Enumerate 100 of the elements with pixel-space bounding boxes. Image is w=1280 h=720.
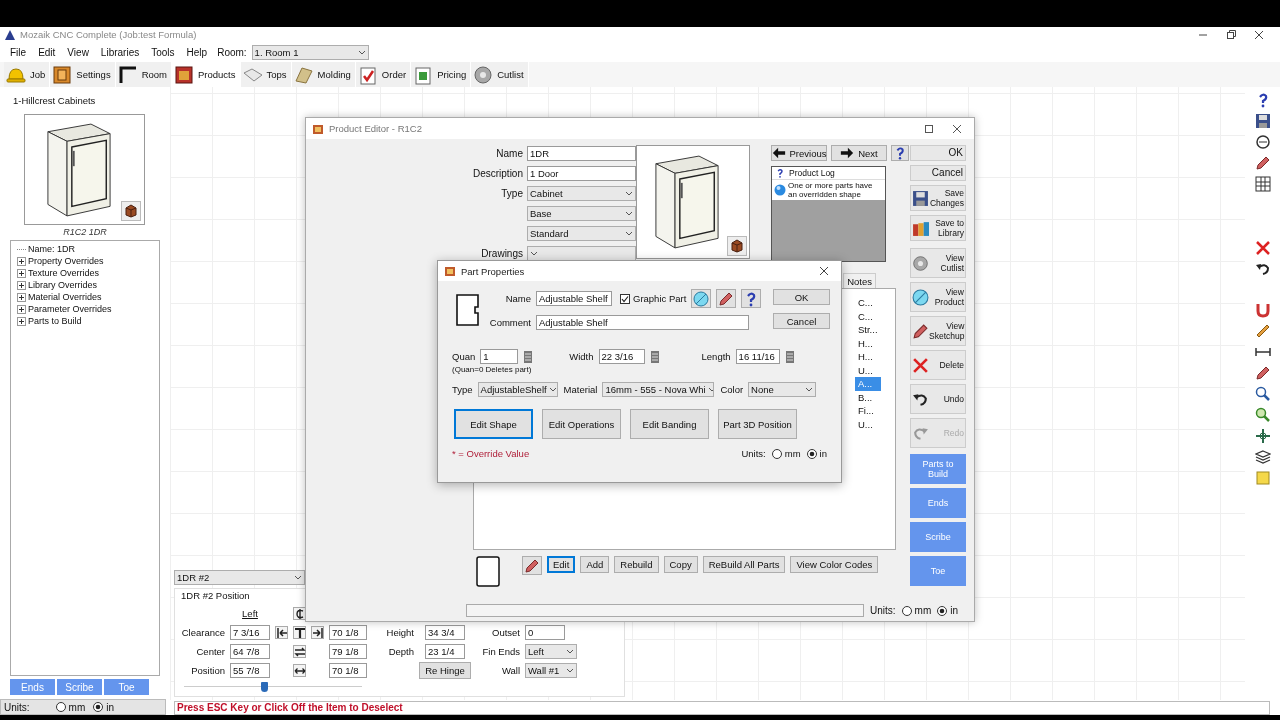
list-cell[interactable]: C... bbox=[855, 296, 881, 310]
radio-button[interactable]: mm bbox=[771, 448, 801, 459]
input-field[interactable]: 55 7/8 bbox=[230, 663, 270, 678]
input-field[interactable]: 7 3/16 bbox=[230, 625, 270, 640]
tool-button[interactable] bbox=[275, 626, 288, 639]
list-cell[interactable]: U... bbox=[855, 363, 881, 377]
input-field[interactable]: 16 11/16 bbox=[735, 349, 780, 364]
input-field[interactable]: 22 3/16 bbox=[598, 349, 645, 364]
input-field[interactable]: 79 1/8 bbox=[329, 644, 367, 659]
edit-button[interactable] bbox=[716, 289, 737, 308]
help-button[interactable] bbox=[891, 145, 909, 161]
tool-button[interactable] bbox=[293, 664, 306, 677]
menu-item[interactable]: Edit bbox=[32, 46, 62, 58]
action-button[interactable]: Save to Library bbox=[910, 215, 966, 241]
dropdown[interactable]: Base bbox=[527, 205, 636, 221]
tool-button[interactable] bbox=[293, 645, 306, 658]
tool-button[interactable] bbox=[293, 626, 306, 639]
checkbox[interactable]: Graphic Part bbox=[620, 293, 687, 304]
tab[interactable]: Notes bbox=[843, 273, 876, 288]
radio-button[interactable]: in bbox=[93, 701, 115, 713]
view-3d-button[interactable] bbox=[121, 201, 141, 221]
toolbar-tab[interactable]: Pricing bbox=[411, 62, 472, 87]
input-field[interactable]: Adjustable Shelf bbox=[536, 291, 612, 306]
view-3d-button[interactable] bbox=[727, 236, 747, 256]
list-cell[interactable]: H... bbox=[855, 350, 881, 364]
dialog-button[interactable]: OK bbox=[773, 289, 830, 305]
tree-item[interactable]: Material Overrides bbox=[28, 292, 102, 302]
input-field[interactable]: 1 Door bbox=[527, 165, 636, 181]
nav-button[interactable]: Previous bbox=[771, 145, 827, 161]
action-button[interactable]: Part 3D Position bbox=[718, 409, 797, 439]
input-field[interactable]: 1DR bbox=[527, 145, 636, 161]
action-button[interactable]: Delete bbox=[910, 350, 966, 380]
dropdown[interactable]: Cabinet bbox=[527, 185, 636, 201]
toolbar-tab[interactable]: Molding bbox=[291, 62, 356, 87]
restore-button[interactable] bbox=[1224, 27, 1238, 42]
input-field[interactable]: 1 bbox=[480, 349, 519, 364]
menu-item[interactable]: File bbox=[4, 46, 33, 58]
nav-button[interactable]: Next bbox=[831, 145, 887, 161]
action-button[interactable]: Add bbox=[580, 556, 610, 573]
action-button[interactable]: Rebuild bbox=[614, 556, 659, 573]
toolbar-tab[interactable]: Cutlist bbox=[471, 62, 529, 87]
view-2d-3d-button[interactable] bbox=[691, 289, 712, 308]
help-button[interactable] bbox=[741, 289, 762, 308]
toolbar-tab[interactable]: Job bbox=[4, 62, 51, 87]
dropdown[interactable]: Wall #1 bbox=[525, 663, 577, 678]
toolbar-tab[interactable]: Products bbox=[172, 62, 241, 87]
tree-item[interactable]: Name: 1DR bbox=[28, 244, 75, 254]
rehinge-button[interactable]: Re Hinge bbox=[419, 662, 471, 679]
radio-button[interactable]: mm bbox=[901, 605, 932, 616]
list-cell[interactable]: H... bbox=[855, 336, 881, 350]
tool-button[interactable] bbox=[311, 626, 324, 639]
tree-item[interactable]: Parameter Overrides bbox=[28, 304, 112, 314]
radio-button[interactable]: mm bbox=[55, 701, 86, 713]
action-button[interactable]: Save Changes bbox=[910, 185, 966, 211]
input-field[interactable]: 23 1/4 bbox=[425, 644, 465, 659]
action-button[interactable]: Cancel bbox=[910, 165, 966, 181]
action-button[interactable]: View Sketchup bbox=[910, 316, 966, 346]
menu-item[interactable]: Tools bbox=[145, 46, 181, 58]
dropdown[interactable]: 16mm - 555 - Nova Whi bbox=[602, 382, 715, 397]
toolbar-button[interactable] bbox=[1253, 154, 1272, 172]
action-button[interactable]: Copy bbox=[663, 556, 698, 573]
toolbar-button[interactable] bbox=[1253, 112, 1272, 130]
close-button[interactable] bbox=[817, 264, 831, 278]
input-field[interactable]: 70 1/8 bbox=[329, 663, 367, 678]
toolbar-tab[interactable]: Order bbox=[355, 62, 412, 87]
dropdown[interactable]: AdjustableShelf bbox=[477, 382, 558, 397]
input-field[interactable]: Adjustable Shelf bbox=[536, 315, 749, 330]
tree-item[interactable]: Library Overrides bbox=[28, 280, 98, 290]
action-button[interactable]: ReBuild All Parts bbox=[702, 556, 786, 573]
toolbar-button[interactable] bbox=[1253, 448, 1272, 466]
action-button[interactable]: Edit bbox=[547, 556, 576, 573]
toolbar-tab[interactable]: Room bbox=[115, 62, 172, 87]
dropdown[interactable]: Standard bbox=[527, 225, 636, 241]
action-button[interactable]: Undo bbox=[910, 384, 966, 414]
toolbar-button[interactable] bbox=[1253, 385, 1272, 403]
tree-item[interactable]: Property Overrides bbox=[28, 256, 104, 266]
action-button[interactable]: View Color Codes bbox=[790, 556, 879, 573]
dropdown[interactable]: 1. Room 1 bbox=[251, 44, 369, 60]
action-button[interactable]: Edit Banding bbox=[630, 409, 709, 439]
dropdown[interactable]: None bbox=[748, 382, 817, 397]
input-field[interactable]: 64 7/8 bbox=[230, 644, 270, 659]
input-field[interactable]: 0 bbox=[525, 625, 565, 640]
dropdown[interactable]: Left bbox=[525, 644, 577, 659]
radio-button[interactable]: in bbox=[806, 448, 827, 459]
list-cell[interactable]: B... bbox=[855, 390, 881, 404]
list-cell[interactable]: Fi... bbox=[855, 404, 881, 418]
action-button[interactable]: Edit Operations bbox=[542, 409, 621, 439]
action-button[interactable]: OK bbox=[910, 145, 966, 161]
menu-item[interactable]: Libraries bbox=[94, 46, 146, 58]
list-cell[interactable]: C... bbox=[855, 309, 881, 323]
toolbar-tab[interactable]: Tops bbox=[240, 62, 292, 87]
slider-thumb[interactable] bbox=[261, 682, 269, 692]
radio-button[interactable]: in bbox=[937, 605, 959, 616]
action-button[interactable]: View Cutlist bbox=[910, 248, 966, 278]
input-field[interactable]: 70 1/8 bbox=[329, 625, 367, 640]
menu-item[interactable]: View bbox=[61, 46, 95, 58]
toolbar-tab[interactable]: Settings bbox=[50, 62, 116, 87]
edit-part-button[interactable] bbox=[522, 556, 542, 575]
toolbar-button[interactable] bbox=[1253, 427, 1272, 445]
list-cell[interactable]: Str... bbox=[855, 323, 881, 337]
